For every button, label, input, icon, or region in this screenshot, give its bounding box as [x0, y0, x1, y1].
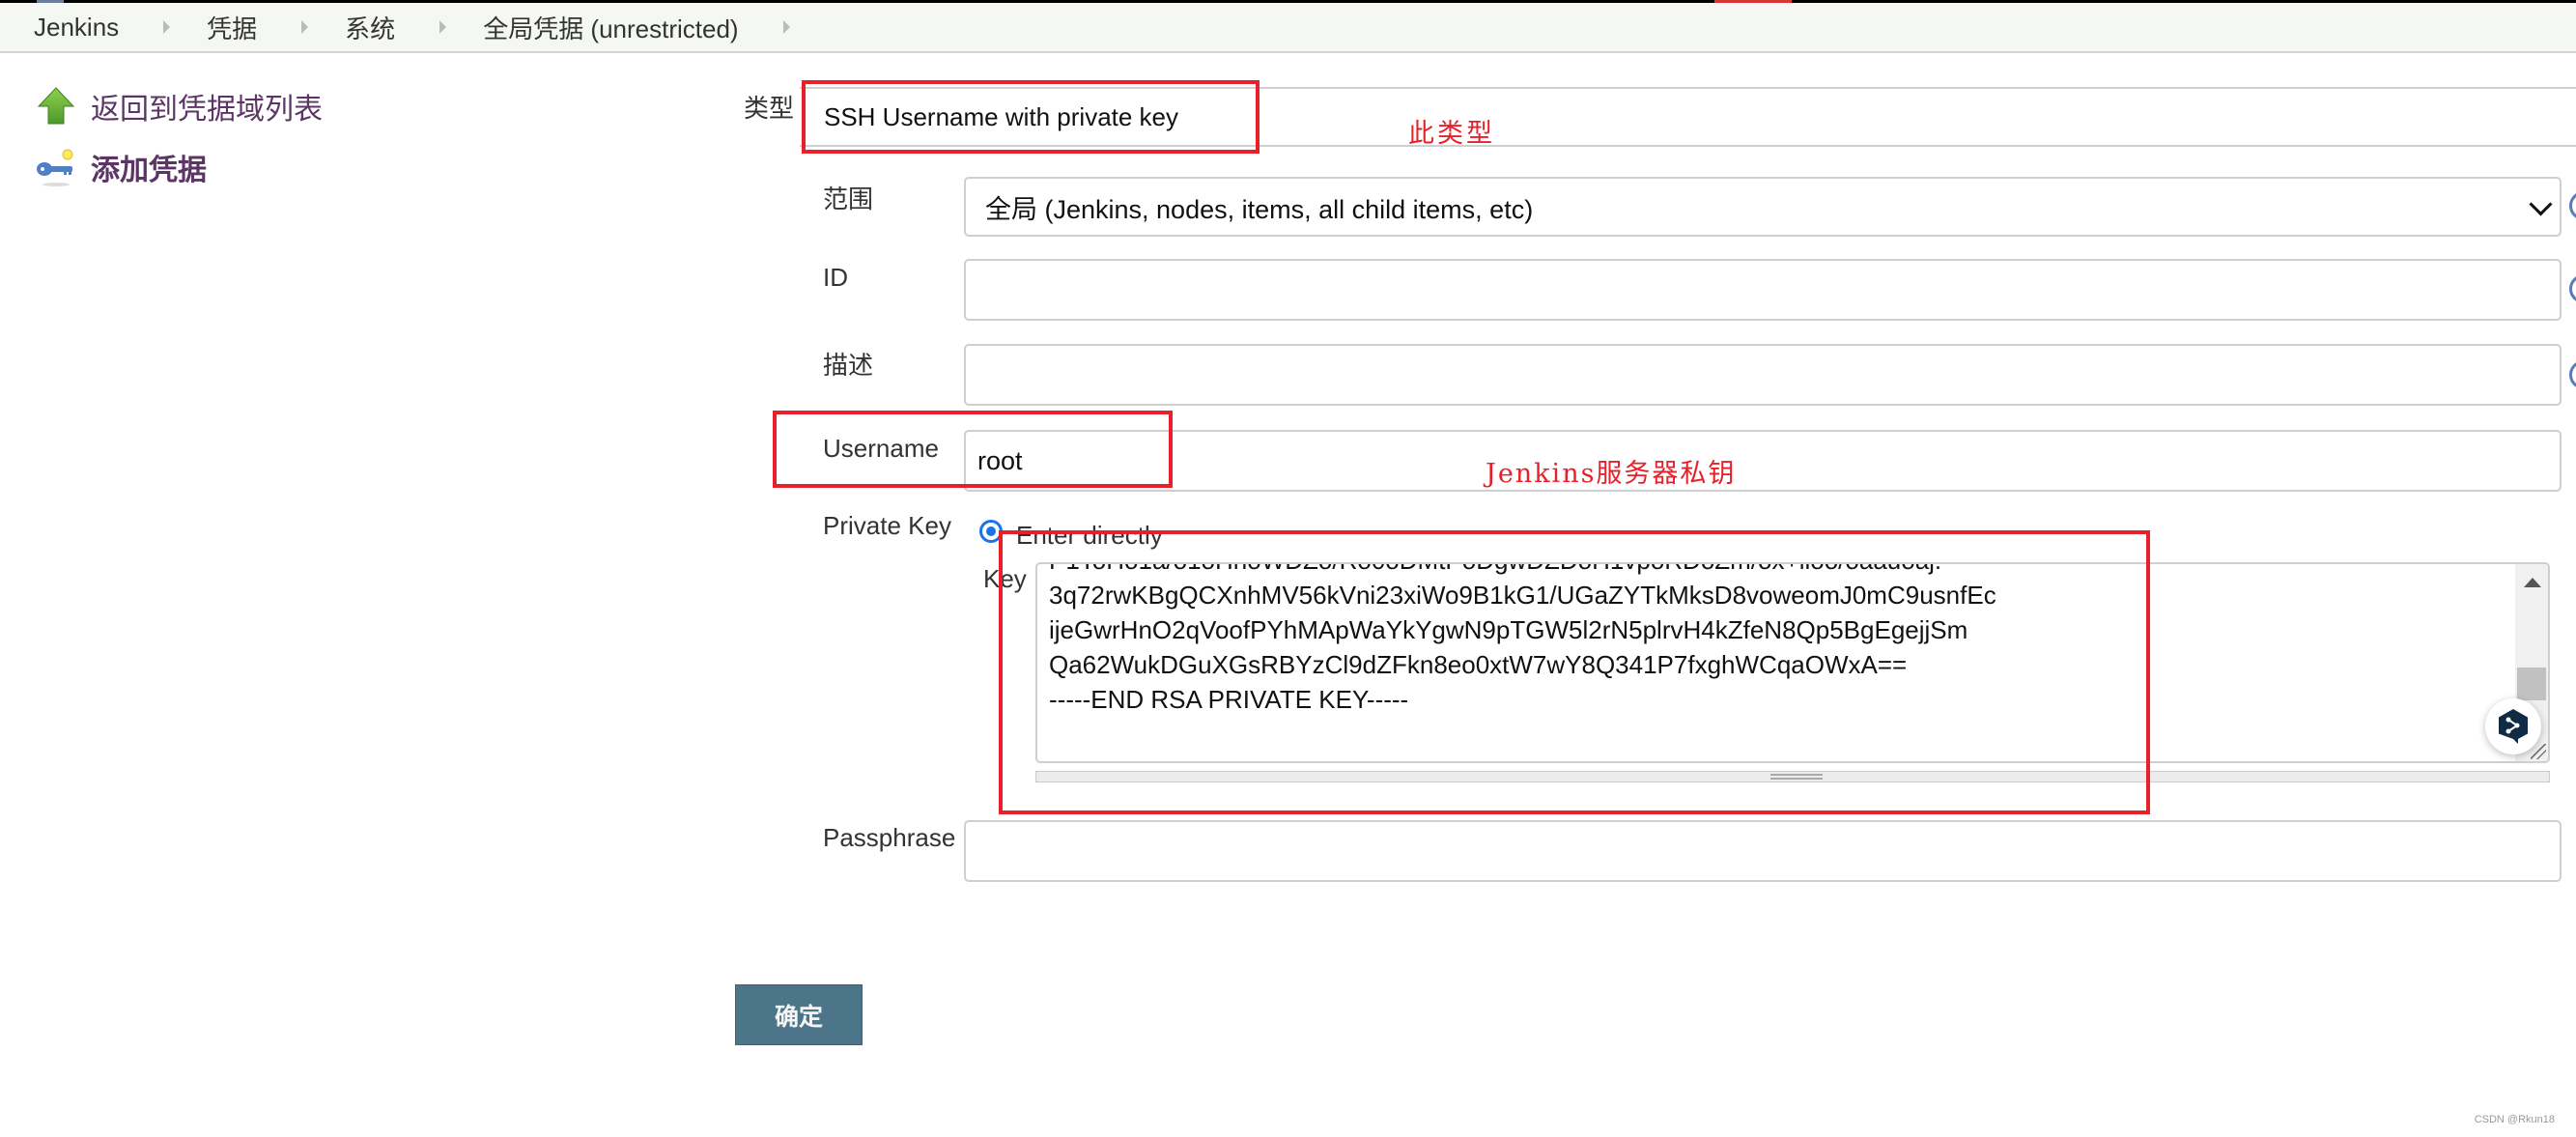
- scope-select[interactable]: 全局 (Jenkins, nodes, items, all child ite…: [964, 177, 2562, 237]
- username-input[interactable]: root: [964, 430, 2562, 492]
- breadcrumb-separator-icon: [301, 20, 309, 34]
- id-help-icon[interactable]: [2569, 274, 2576, 303]
- key-label: Key: [983, 564, 1027, 593]
- enter-directly-radio[interactable]: [979, 520, 1003, 543]
- description-label: 描述: [823, 351, 874, 380]
- watermark: CSDN @Rkun18: [2474, 1114, 2555, 1125]
- annotation-kind-note: 此类型: [1408, 119, 1495, 149]
- key-line: 3q72rwKBgQCXnhMV56kVni23xiWo9B1kG1/UGaZY…: [1049, 581, 1996, 610]
- sidebar-item-back-to-domains[interactable]: 返回到凭据域列表: [35, 85, 323, 128]
- kind-label: 类型: [744, 94, 795, 123]
- breadcrumb: Jenkins 凭据 系统 全局凭据 (unrestricted): [0, 3, 2576, 53]
- key-icon: [35, 146, 77, 188]
- private-key-textarea[interactable]: P1ToHo1a/o1oHnoWDZo/Ro0oDMtPoDgwDZDoH1vp…: [1035, 562, 2550, 763]
- scope-select-value: 全局 (Jenkins, nodes, items, all child ite…: [985, 194, 1534, 224]
- scope-help-icon[interactable]: [2569, 191, 2576, 220]
- deepl-translate-button[interactable]: [2485, 698, 2541, 754]
- textarea-resize-handle[interactable]: [1035, 771, 2550, 782]
- id-input[interactable]: [964, 259, 2562, 321]
- private-key-label: Private Key: [823, 511, 951, 540]
- enter-directly-label[interactable]: Enter directly: [1016, 521, 1163, 551]
- scope-label: 范围: [823, 185, 874, 213]
- passphrase-label: Passphrase: [823, 823, 956, 852]
- key-line: -----END RSA PRIVATE KEY-----: [1049, 685, 1409, 714]
- private-key-text: P1ToHo1a/o1oHnoWDZo/Ro0oDMtPoDgwDZDoH1vp…: [1049, 564, 1996, 717]
- chevron-down-icon: [2529, 192, 2553, 216]
- scroll-up-icon[interactable]: [2524, 578, 2541, 587]
- annotation-key-note: Jenkins服务器私钥: [1486, 459, 1737, 489]
- breadcrumb-separator-icon: [163, 20, 171, 34]
- breadcrumb-separator-icon[interactable]: [782, 20, 790, 34]
- sidebar-item-label: 添加凭据: [91, 155, 207, 186]
- up-arrow-icon: [35, 85, 77, 128]
- key-line: ijeGwrHnO2qVoofPYhMApWaYkYgwN9pTGW5l2rN5…: [1049, 615, 1968, 644]
- description-help-icon[interactable]: [2569, 360, 2576, 389]
- description-input[interactable]: [964, 344, 2562, 406]
- key-line: Qa62WukDGuXGsRBYzCl9dZFkn8eo0xtW7wY8Q341…: [1049, 650, 1908, 679]
- submit-button[interactable]: 确定: [735, 984, 863, 1045]
- passphrase-input[interactable]: [964, 820, 2562, 882]
- breadcrumb-global-credentials[interactable]: 全局凭据 (unrestricted): [483, 10, 738, 45]
- username-label: Username: [823, 434, 939, 463]
- id-label: ID: [823, 263, 848, 292]
- kind-select[interactable]: SSH Username with private key: [800, 87, 2576, 147]
- username-input-value: root: [977, 445, 1023, 475]
- key-line: P1ToHo1a/o1oHnoWDZo/Ro0oDMtPoDgwDZDoH1vp…: [1049, 564, 1996, 578]
- kind-select-value: SSH Username with private key: [824, 101, 1179, 131]
- deepl-icon: [2499, 709, 2528, 744]
- breadcrumb-credentials[interactable]: 凭据: [207, 10, 257, 45]
- sidebar-item-add-credentials[interactable]: 添加凭据: [35, 146, 207, 188]
- breadcrumb-jenkins[interactable]: Jenkins: [34, 13, 119, 43]
- scroll-thumb[interactable]: [2517, 668, 2546, 700]
- sidebar-item-label: 返回到凭据域列表: [91, 94, 323, 126]
- breadcrumb-separator-icon: [439, 20, 447, 34]
- grip-icon: [1770, 774, 1823, 780]
- breadcrumb-system[interactable]: 系统: [345, 10, 395, 45]
